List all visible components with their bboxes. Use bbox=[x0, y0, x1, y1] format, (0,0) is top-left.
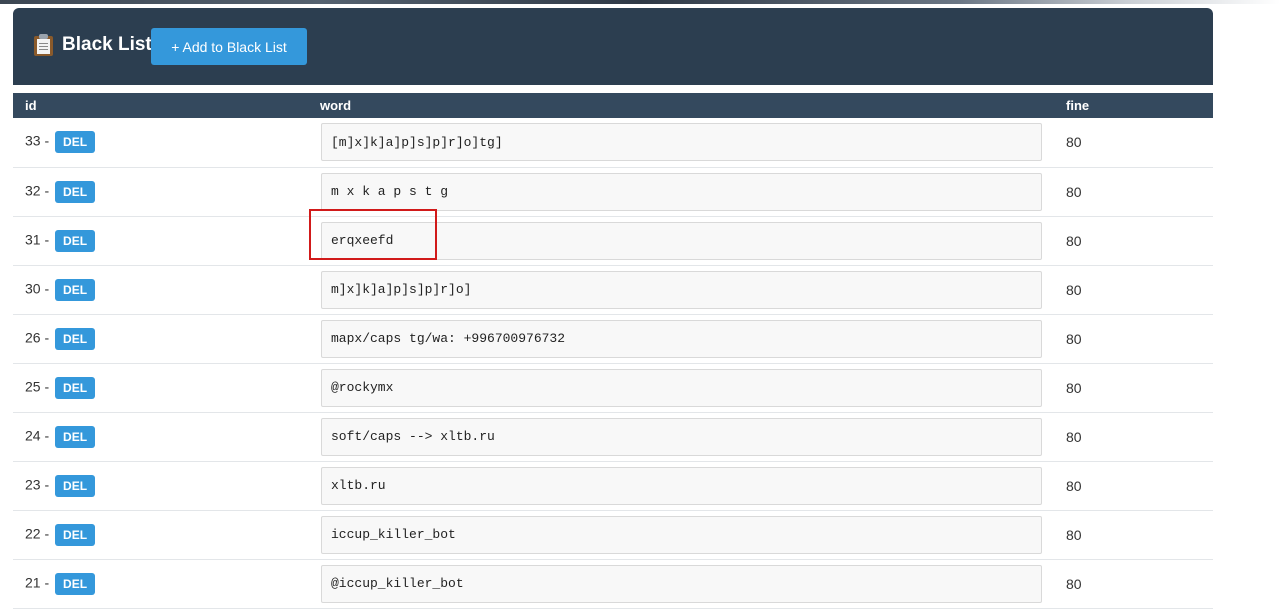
page-title-text: Black List bbox=[62, 34, 152, 55]
word-field[interactable]: erqxeefd bbox=[321, 221, 1042, 260]
row-id-cell: 21 - DEL bbox=[13, 559, 309, 608]
row-fine: 80 bbox=[1066, 183, 1082, 200]
table-row: 30 - DEL m]x]k]a]p]s]p]r]o] 80 bbox=[13, 265, 1213, 314]
row-word-cell: soft/caps --> xltb.ru bbox=[309, 412, 1054, 461]
row-id: 25 bbox=[25, 378, 41, 395]
delete-button[interactable]: DEL bbox=[55, 327, 96, 350]
row-id-cell: 32 - DEL bbox=[13, 167, 309, 216]
row-id: 24 bbox=[25, 427, 41, 444]
table-header-row: id word fine bbox=[13, 93, 1213, 118]
row-word-cell: m x k a p s t g bbox=[309, 167, 1054, 216]
table-row: 24 - DEL soft/caps --> xltb.ru 80 bbox=[13, 412, 1213, 461]
id-separator: - bbox=[40, 231, 54, 248]
row-id: 33 bbox=[25, 132, 41, 149]
row-word-cell: iccup_killer_bot bbox=[309, 510, 1054, 559]
delete-button[interactable]: DEL bbox=[55, 131, 96, 154]
column-header-word[interactable]: word bbox=[309, 93, 1054, 118]
row-id-cell: 24 - DEL bbox=[13, 412, 309, 461]
delete-button[interactable]: DEL bbox=[55, 278, 96, 301]
row-fine: 80 bbox=[1066, 379, 1082, 396]
word-field[interactable]: soft/caps --> xltb.ru bbox=[321, 417, 1042, 456]
word-field[interactable]: xltb.ru bbox=[321, 466, 1042, 505]
delete-button[interactable]: DEL bbox=[55, 523, 96, 546]
word-field[interactable]: m]x]k]a]p]s]p]r]o] bbox=[321, 270, 1042, 309]
row-word-cell: m]x]k]a]p]s]p]r]o] bbox=[309, 265, 1054, 314]
row-fine: 80 bbox=[1066, 575, 1082, 592]
id-separator: - bbox=[40, 132, 54, 149]
word-field[interactable]: @iccup_killer_bot bbox=[321, 564, 1042, 603]
word-field[interactable]: @rockymx bbox=[321, 368, 1042, 407]
word-field[interactable]: iccup_killer_bot bbox=[321, 515, 1042, 554]
row-id: 21 bbox=[25, 574, 41, 591]
row-word-cell: xltb.ru bbox=[309, 461, 1054, 510]
row-id-cell: 33 - DEL bbox=[13, 118, 309, 167]
row-id: 31 bbox=[25, 231, 41, 248]
delete-button[interactable]: DEL bbox=[55, 474, 96, 497]
row-fine: 80 bbox=[1066, 330, 1082, 347]
table-row: 26 - DEL mapx/caps tg/wa: +996700976732 80 bbox=[13, 314, 1213, 363]
table-row: 31 - DEL erqxeefd 80 bbox=[13, 216, 1213, 265]
row-fine: 80 bbox=[1066, 428, 1082, 445]
table-row: 25 - DEL @rockymx 80 bbox=[13, 363, 1213, 412]
row-word-cell: erqxeefd bbox=[309, 216, 1054, 265]
row-word-cell: @iccup_killer_bot bbox=[309, 559, 1054, 608]
id-separator: - bbox=[40, 182, 54, 199]
row-id-cell: 30 - DEL bbox=[13, 265, 309, 314]
id-separator: - bbox=[40, 476, 54, 493]
id-separator: - bbox=[40, 280, 54, 297]
row-fine: 80 bbox=[1066, 281, 1082, 298]
delete-button[interactable]: DEL bbox=[55, 229, 96, 252]
row-id-cell: 31 - DEL bbox=[13, 216, 309, 265]
row-fine: 80 bbox=[1066, 232, 1082, 249]
panel-header: Black List + Add to Black List bbox=[13, 8, 1213, 85]
id-separator: - bbox=[40, 427, 54, 444]
table-row: 21 - DEL @iccup_killer_bot 80 bbox=[13, 559, 1213, 608]
table-row: 23 - DEL xltb.ru 80 bbox=[13, 461, 1213, 510]
row-fine: 80 bbox=[1066, 526, 1082, 543]
table-row: 33 - DEL [m]x]k]a]p]s]p]r]o]tg] 80 bbox=[13, 118, 1213, 167]
delete-button[interactable]: DEL bbox=[55, 572, 96, 595]
row-word-cell: [m]x]k]a]p]s]p]r]o]tg] bbox=[309, 118, 1054, 167]
table-row: 22 - DEL iccup_killer_bot 80 bbox=[13, 510, 1213, 559]
row-id: 30 bbox=[25, 280, 41, 297]
delete-button[interactable]: DEL bbox=[55, 180, 96, 203]
column-header-fine[interactable]: fine bbox=[1054, 93, 1213, 118]
row-word-cell: mapx/caps tg/wa: +996700976732 bbox=[309, 314, 1054, 363]
row-id-cell: 23 - DEL bbox=[13, 461, 309, 510]
column-header-id[interactable]: id bbox=[13, 93, 309, 118]
clipboard-icon bbox=[34, 34, 53, 56]
word-field[interactable]: m x k a p s t g bbox=[321, 172, 1042, 211]
row-id-cell: 22 - DEL bbox=[13, 510, 309, 559]
row-id-cell: 26 - DEL bbox=[13, 314, 309, 363]
table-row: 32 - DEL m x k a p s t g 80 bbox=[13, 167, 1213, 216]
top-background-strip bbox=[0, 0, 1280, 4]
page-title: Black List bbox=[34, 34, 152, 56]
id-separator: - bbox=[40, 378, 54, 395]
add-to-black-list-button[interactable]: + Add to Black List bbox=[151, 28, 307, 65]
delete-button[interactable]: DEL bbox=[55, 425, 96, 448]
id-separator: - bbox=[40, 525, 54, 542]
row-id-cell: 25 - DEL bbox=[13, 363, 309, 412]
row-id: 23 bbox=[25, 476, 41, 493]
row-fine: 80 bbox=[1066, 477, 1082, 494]
id-separator: - bbox=[40, 574, 54, 591]
row-fine: 80 bbox=[1066, 134, 1082, 151]
row-word-cell: @rockymx bbox=[309, 363, 1054, 412]
id-separator: - bbox=[40, 329, 54, 346]
word-field[interactable]: [m]x]k]a]p]s]p]r]o]tg] bbox=[321, 123, 1042, 162]
black-list-panel: Black List + Add to Black List id word f… bbox=[13, 8, 1213, 608]
word-field[interactable]: mapx/caps tg/wa: +996700976732 bbox=[321, 319, 1042, 358]
row-id: 32 bbox=[25, 182, 41, 199]
row-id: 22 bbox=[25, 525, 41, 542]
black-list-table: id word fine 33 - DEL [m]x]k]a]p]s]p]r]o]… bbox=[13, 93, 1213, 609]
delete-button[interactable]: DEL bbox=[55, 376, 96, 399]
row-id: 26 bbox=[25, 329, 41, 346]
